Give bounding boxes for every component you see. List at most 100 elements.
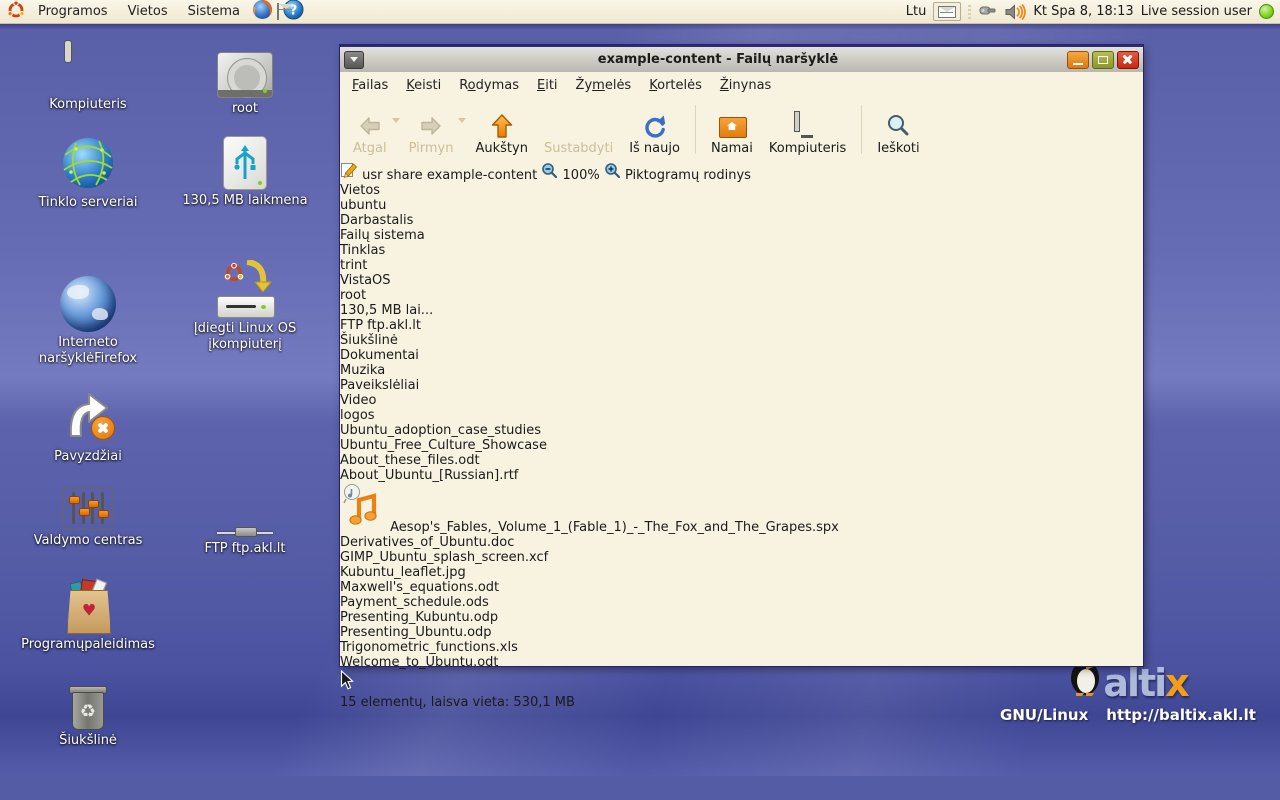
clock[interactable]: Kt Spa 8, 18:13 (1033, 4, 1133, 19)
desktop-icon-tinklo-serveriai[interactable]: Tinklo serveriai (18, 134, 158, 211)
file-item-trigonometric[interactable]: Trigonometric_functions.xls (340, 640, 1143, 655)
stop-button[interactable]: Sustabdyti (537, 101, 620, 158)
sidebar-item-video[interactable]: Video (340, 393, 1143, 408)
back-button[interactable]: Atgal (346, 101, 394, 158)
menu-rodymas[interactable]: Rodymas (451, 75, 527, 96)
file-item-welcome[interactable]: Welcome_to_Ubuntu.odt (340, 655, 1143, 670)
firefox-launcher-icon[interactable] (252, 0, 273, 24)
file-item-derivatives[interactable]: Derivatives_of_Ubuntu.doc (340, 535, 1143, 550)
file-item-presenting-kubuntu[interactable]: Presenting_Kubuntu.odp (340, 610, 1143, 625)
menu-keisti[interactable]: Keisti (398, 75, 449, 96)
distro-logo-icon[interactable] (6, 0, 26, 24)
harddisk-icon (217, 52, 273, 98)
close-button[interactable] (1117, 51, 1139, 69)
crumb-usr[interactable]: usr (362, 168, 382, 183)
sidebar-header: Vietos (340, 183, 1143, 198)
back-arrow-icon (358, 112, 382, 140)
mail-notification-icon[interactable] (933, 2, 961, 21)
menu-eiti[interactable]: Eiti (529, 75, 566, 96)
back-history-chevron[interactable] (392, 118, 400, 127)
file-view[interactable]: logos Ubuntu_adoption_case_studies Ubunt… (340, 408, 1143, 695)
file-item-kubuntu-leaflet[interactable]: Kubuntu_leaflet.jpg (340, 565, 1143, 580)
audio-icon (340, 520, 390, 535)
file-item-ubuntu-adoption[interactable]: Ubuntu_adoption_case_studies (340, 423, 1143, 438)
menu-failas[interactable]: Failas (344, 75, 396, 96)
forward-history-chevron[interactable] (458, 118, 466, 127)
sidebar-item-ftp[interactable]: FTP ftp.akl.lt (340, 318, 1143, 333)
user-status-icon (1259, 4, 1274, 19)
network-tool-icon[interactable] (978, 2, 997, 22)
crumb-share[interactable]: share (387, 168, 423, 183)
menu-sistema[interactable]: Sistema (180, 2, 248, 21)
file-item-aesops-fables[interactable]: Aesop's_Fables,_Volume_1_(Fable_1)_-_The… (340, 483, 1143, 535)
menu-korteles[interactable]: Kortelės (641, 75, 710, 96)
menu-programos[interactable]: Programos (30, 2, 116, 21)
desktop-icon-kompiuteris[interactable]: Kompiuteris (18, 44, 158, 113)
sidebar-title[interactable]: Vietos (340, 183, 380, 198)
status-text: 15 elementų, laisva vieta: 530,1 MB (340, 695, 575, 710)
zoom-out-icon[interactable] (541, 168, 558, 183)
sidebar-item-paveiksleliai[interactable]: Paveikslėliai (340, 378, 1143, 393)
file-item-gimp-splash[interactable]: GIMP_Ubuntu_splash_screen.xcf (340, 550, 1143, 565)
reload-button[interactable]: Iš naujo (622, 101, 687, 158)
window-menu-button[interactable] (344, 51, 364, 69)
zoom-in-icon[interactable] (604, 168, 621, 183)
computer-button[interactable]: Kompiuteris (762, 101, 853, 158)
sidebar-item-darbastalis[interactable]: Darbastalis (340, 213, 1143, 228)
mixer-sliders-icon (63, 486, 113, 530)
sidebar-item-tinklas[interactable]: Tinklas (340, 243, 1143, 258)
mail-launcher-icon[interactable] (277, 4, 279, 19)
maximize-button[interactable] (1092, 51, 1114, 69)
desktop-icon-firefox[interactable]: Interneto naršyklėFirefox (18, 276, 158, 367)
up-button[interactable]: Aukštyn (468, 101, 534, 158)
computer-icon (795, 112, 821, 140)
sidebar-item-muzika[interactable]: Muzika (340, 363, 1143, 378)
search-button[interactable]: Ieškoti (870, 101, 926, 158)
desktop-icon-root[interactable]: root (170, 52, 320, 117)
menu-zymeles[interactable]: Žymelės (568, 75, 640, 96)
menu-zinynas[interactable]: Žinynas (712, 75, 779, 96)
user-switcher[interactable]: Live session user (1141, 4, 1252, 19)
window-statusbar: 15 elementų, laisva vieta: 530,1 MB (340, 695, 1143, 710)
desktop-icon-ftp[interactable]: FTP ftp.akl.lt (170, 482, 320, 557)
sidebar-item-vistaos[interactable]: VistaOS (340, 273, 1143, 288)
file-item-payment-schedule[interactable]: Payment_schedule.ods (340, 595, 1143, 610)
forward-button[interactable]: Pirmyn (402, 101, 461, 158)
menu-vietos[interactable]: Vietos (120, 2, 176, 21)
home-button[interactable]: Namai (704, 101, 760, 158)
desktop[interactable]: Kompiuteris root Tinklo serveriai 130,5 … (0, 24, 1280, 776)
search-icon (885, 112, 911, 140)
reload-icon (642, 112, 668, 140)
file-item-logos[interactable]: logos (340, 408, 1143, 423)
desktop-icon-siuksline[interactable]: Šiukšlinė (18, 684, 158, 749)
sidebar-item-root[interactable]: root (340, 288, 1143, 303)
file-item-presenting-ubuntu[interactable]: Presenting_Ubuntu.odp (340, 625, 1143, 640)
desktop-icon-pavyzdziai[interactable]: Pavyzdžiai (18, 388, 158, 465)
zoom-level: 100% (563, 168, 600, 183)
web-globe-icon (60, 276, 116, 332)
sidebar-item-failu-sistema[interactable]: Failų sistema (340, 228, 1143, 243)
sidebar-item-usb-media[interactable]: 130,5 MB lai... (340, 303, 1143, 318)
file-item-ubuntu-free-culture[interactable]: Ubuntu_Free_Culture_Showcase (340, 438, 1143, 453)
edit-location-button[interactable] (340, 168, 362, 183)
desktop-icon-usb-media[interactable]: 130,5 MB laikmena (165, 136, 325, 209)
network-globe-icon (59, 134, 117, 192)
goodie-bag-icon (61, 580, 115, 634)
keyboard-layout-indicator[interactable]: Ltu (906, 4, 927, 19)
sidebar-item-siuksline[interactable]: Šiukšlinė (340, 333, 1143, 348)
window-titlebar[interactable]: example-content - Failų naršyklė (340, 45, 1143, 72)
sidebar-item-trint[interactable]: trint (340, 258, 1143, 273)
desktop-icon-install-linux[interactable]: Įdiegti Linux OS įkompiuterį (165, 264, 325, 353)
crumb-example-content[interactable]: example-content (427, 168, 537, 183)
file-item-about-these-files[interactable]: About_these_files.odt (340, 453, 1143, 468)
file-item-about-ubuntu-russian[interactable]: About_Ubuntu_[Russian].rtf (340, 468, 1143, 483)
desktop-icon-programu-paleidimas[interactable]: Programųpaleidimas (18, 580, 158, 653)
forward-arrow-icon (419, 112, 443, 140)
view-mode-select[interactable]: Piktogramų rodinys (625, 168, 751, 183)
file-item-maxwells-equations[interactable]: Maxwell's_equations.odt (340, 580, 1143, 595)
sidebar-item-ubuntu[interactable]: ubuntu (340, 198, 1143, 213)
volume-icon[interactable] (1004, 3, 1026, 21)
minimize-button[interactable] (1067, 51, 1089, 69)
desktop-icon-valdymo-centras[interactable]: Valdymo centras (18, 486, 158, 549)
sidebar-item-dokumentai[interactable]: Dokumentai (340, 348, 1143, 363)
